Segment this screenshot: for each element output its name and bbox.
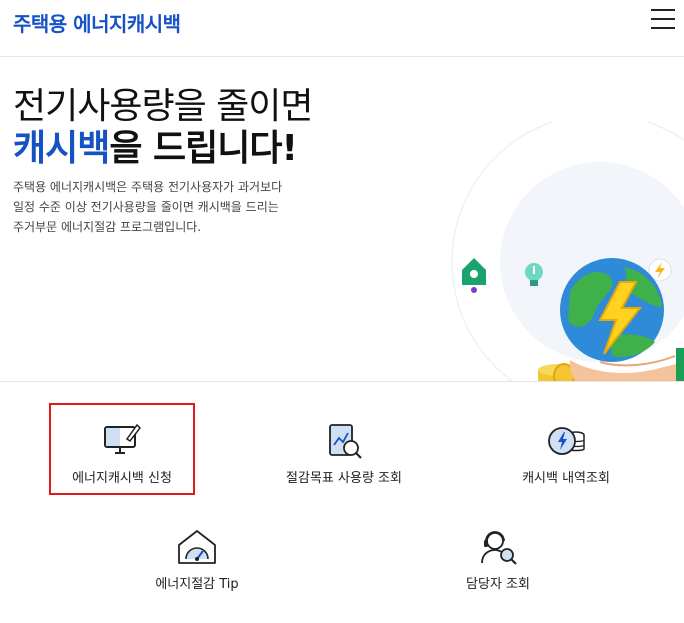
hero-title-rest: 을 드립니다! [109, 128, 298, 169]
computer-pen-icon [104, 423, 141, 454]
hero-illustration [451, 122, 684, 381]
hero-description-line: 주택용 에너지캐시백은 주택용 전기사용자가 과거보다 [13, 180, 283, 194]
hero-title-accent: 캐시백 [13, 128, 110, 169]
house-gauge-icon [178, 530, 216, 564]
energy-tip-menu[interactable]: 에너지절감 Tip [102, 511, 292, 603]
hero-description: 주택용 에너지캐시백은 주택용 전기사용자가 과거보다 일정 수준 이상 전기사… [13, 177, 333, 237]
cashback-history-label: 캐시백 내역조회 [522, 471, 610, 486]
hamburger-menu-icon[interactable] [651, 9, 675, 29]
hero-description-line: 일정 수준 이상 전기사용량을 줄이면 캐시백을 드리는 [13, 200, 279, 214]
cashback-history-menu[interactable]: 캐시백 내역조회 [471, 405, 661, 497]
hero-title-line2: 캐시백을 드립니다! [13, 119, 298, 171]
site-logo[interactable]: 주택용 에너지캐시백 [13, 8, 181, 37]
headset-person-search-icon [481, 531, 517, 565]
apply-cashback-label: 에너지캐시백 신청 [72, 471, 172, 486]
goal-usage-menu[interactable]: 절감목표 사용량 조회 [249, 405, 439, 497]
goal-usage-label: 절감목표 사용량 조회 [286, 471, 402, 486]
top-header: 주택용 에너지캐시백 [0, 0, 684, 57]
energy-tip-label: 에너지절감 Tip [155, 577, 239, 592]
hero-description-line: 주거부문 에너지절감 프로그램입니다. [13, 220, 202, 234]
apply-cashback-menu[interactable]: 에너지캐시백 신청 [49, 403, 195, 495]
document-search-icon [329, 424, 362, 459]
hero-banner: 전기사용량을 줄이면 캐시백을 드립니다! 주택용 에너지캐시백은 주택용 전기… [0, 57, 684, 382]
house-plug-icon [462, 258, 486, 293]
manager-search-label: 담당자 조회 [466, 577, 530, 592]
manager-search-menu[interactable]: 담당자 조회 [403, 511, 593, 603]
bolt-coins-icon [548, 427, 585, 455]
